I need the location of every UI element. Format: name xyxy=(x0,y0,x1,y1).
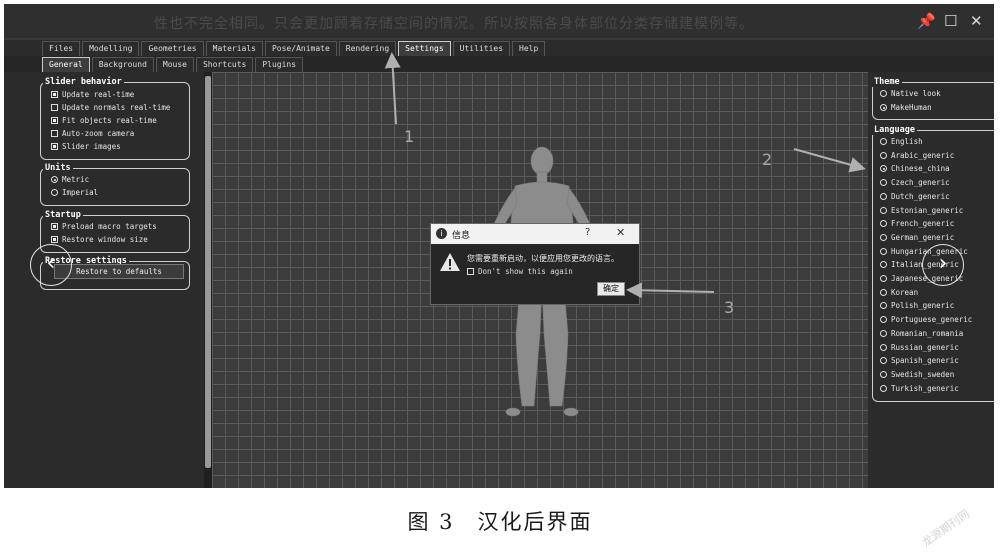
annotation-arrow-1 xyxy=(384,52,401,125)
annotation-arrow-3 xyxy=(626,282,715,299)
annotation-label-3: 3 xyxy=(724,298,735,317)
app-screenshot: 性也不完全相同。只会更加顾着存储空间的情况。所以按照各身体部位分类存储建模例等。… xyxy=(4,4,994,488)
annotation-arrow-2 xyxy=(793,148,866,173)
annotation-arrows xyxy=(384,52,866,299)
annotation-label-2: 2 xyxy=(762,150,773,169)
figure-caption: 图 3 汉化后界面 xyxy=(407,510,593,534)
annotation-label-1: 1 xyxy=(404,127,415,146)
